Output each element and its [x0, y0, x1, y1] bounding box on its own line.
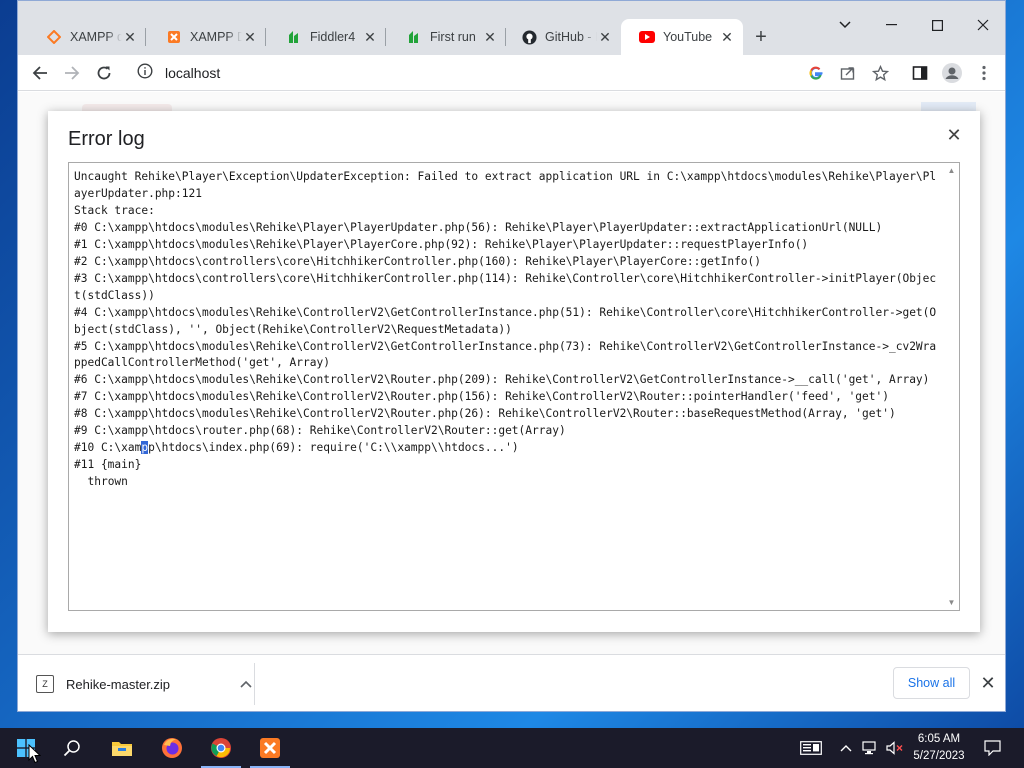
info-icon[interactable] — [137, 62, 153, 84]
menu-kebab-icon[interactable] — [970, 59, 998, 87]
tab-youtube[interactable]: YouTube ✕ — [621, 19, 743, 55]
profile-avatar-icon[interactable] — [938, 59, 966, 87]
log-line: Stack trace: — [74, 203, 155, 217]
xampp-icon — [46, 29, 62, 45]
tab-title: YouTube — [663, 30, 713, 44]
scroll-up-arrow-icon[interactable]: ▲ — [947, 166, 956, 175]
back-button[interactable] — [26, 59, 54, 87]
log-line: #8 C:\xampp\htdocs\modules\Rehike\Contro… — [74, 407, 896, 421]
download-bar: Z Rehike-master.zip Show all ✕ — [18, 654, 1005, 711]
log-line: #1 C:\xampp\htdocs\modules\Rehike\Player… — [74, 237, 809, 251]
xampp-icon[interactable] — [246, 728, 294, 768]
show-all-button[interactable]: Show all — [893, 667, 970, 699]
fiddler-icon — [286, 29, 302, 45]
error-log-dialog: Error log ✕ Uncaught Rehike\Player\Excep… — [48, 111, 980, 632]
tab-title: GitHub - Rehike — [545, 30, 597, 44]
google-icon[interactable] — [802, 59, 830, 87]
log-line: #3 C:\xampp\htdocs\controllers\core\Hitc… — [74, 271, 937, 302]
log-line: #7 C:\xampp\htdocs\modules\Rehike\Contro… — [74, 390, 889, 404]
close-download-bar-icon[interactable]: ✕ — [976, 671, 1000, 695]
log-line: #9 C:\xampp\htdocs\router.php(68): Rehik… — [74, 424, 566, 438]
tab-separator — [265, 28, 266, 46]
new-tab-button[interactable]: + — [749, 25, 773, 49]
close-window-button[interactable] — [960, 9, 1005, 41]
search-icon[interactable] — [48, 728, 96, 768]
windows-start-icon[interactable] — [2, 728, 50, 768]
log-line: #5 C:\xampp\htdocs\modules\Rehike\Contro… — [74, 339, 937, 370]
mouse-cursor-icon — [28, 744, 41, 764]
tab-title: XAMPP Dashboard — [190, 30, 242, 44]
tab-close-icon[interactable]: ✕ — [597, 29, 613, 45]
tab-search-chevron-icon[interactable] — [822, 9, 868, 41]
tab-xampp-dashboard-2[interactable]: XAMPP Dashboard ✕ — [148, 19, 266, 55]
tab-close-icon[interactable]: ✕ — [482, 29, 498, 45]
volume-muted-icon[interactable] — [884, 728, 906, 768]
browser-toolbar: localhost — [18, 55, 1005, 91]
log-line: #4 C:\xampp\htdocs\modules\Rehike\Contro… — [74, 305, 937, 336]
clock-time: 6:05 AM — [917, 733, 961, 745]
zip-file-icon: Z — [36, 675, 54, 693]
chevron-up-icon[interactable] — [838, 728, 854, 768]
tab-title: Fiddler4 — [310, 30, 356, 44]
log-line: #11 {main} — [74, 458, 142, 472]
log-line-10-end: p\htdocs\index.php(69): require('C:\\xam… — [148, 441, 519, 455]
tab-xampp-dashboard-1[interactable]: XAMPP dashboard ✕ — [28, 19, 146, 55]
download-file-name: Rehike-master.zip — [66, 676, 171, 692]
network-icon[interactable] — [860, 728, 882, 768]
clock-date: 5/27/2023 — [913, 750, 965, 762]
tab-title: XAMPP dashboard — [70, 30, 122, 44]
log-line-10-start: #10 C:\xam — [74, 441, 142, 455]
taskbar: 6:05 AM 5/27/2023 — [0, 728, 1024, 768]
maximize-button[interactable] — [914, 9, 960, 41]
log-line: Uncaught Rehike\Player\Exception\Updater… — [74, 170, 937, 200]
log-line: #6 C:\xampp\htdocs\modules\Rehike\Contro… — [74, 373, 930, 387]
forward-button[interactable] — [58, 59, 86, 87]
file-explorer-icon[interactable] — [98, 728, 146, 768]
xampp-icon — [166, 29, 182, 45]
minimize-button[interactable] — [868, 9, 914, 41]
dialog-title: Error log — [68, 128, 145, 150]
action-center-icon[interactable] — [980, 728, 1004, 768]
log-line: thrown — [74, 475, 128, 489]
scroll-down-arrow-icon[interactable]: ▼ — [947, 598, 956, 607]
log-line: #0 C:\xampp\htdocs\modules\Rehike\Player… — [74, 220, 883, 234]
log-line: #2 C:\xampp\htdocs\controllers\core\Hitc… — [74, 254, 762, 268]
address-bar[interactable]: localhost — [127, 58, 907, 88]
tab-close-icon[interactable]: ✕ — [122, 29, 138, 45]
tab-strip: XAMPP dashboard ✕ XAMPP Dashboard ✕ Fidd… — [18, 1, 1005, 55]
download-item[interactable]: Z Rehike-master.zip — [36, 667, 256, 701]
tab-first-run[interactable]: First run ✕ — [388, 19, 506, 55]
notification-panel-icon[interactable] — [796, 728, 826, 768]
textarea-scrollbar[interactable]: ▲ ▼ — [944, 163, 959, 610]
share-icon[interactable] — [834, 59, 862, 87]
side-panel-icon[interactable] — [906, 59, 934, 87]
tab-close-icon[interactable]: ✕ — [362, 29, 378, 45]
github-icon — [521, 29, 537, 45]
dialog-close-icon[interactable]: ✕ — [944, 125, 964, 145]
bookmark-star-icon[interactable] — [866, 59, 894, 87]
chrome-icon[interactable] — [197, 728, 245, 768]
tab-title: First run — [430, 30, 476, 44]
tab-close-icon[interactable]: ✕ — [719, 29, 735, 45]
firefox-icon[interactable] — [148, 728, 196, 768]
error-log-textarea[interactable]: Uncaught Rehike\Player\Exception\Updater… — [68, 162, 960, 611]
error-log-text: Uncaught Rehike\Player\Exception\Updater… — [74, 169, 940, 491]
download-separator — [254, 663, 255, 705]
chevron-up-icon[interactable] — [236, 680, 256, 688]
tab-fiddler4[interactable]: Fiddler4 ✕ — [268, 19, 386, 55]
tab-separator — [145, 28, 146, 46]
taskbar-clock[interactable]: 6:05 AM 5/27/2023 — [906, 731, 972, 765]
tab-github[interactable]: GitHub - Rehike ✕ — [503, 19, 621, 55]
tab-separator — [385, 28, 386, 46]
reload-button[interactable] — [90, 59, 118, 87]
address-text: localhost — [165, 65, 221, 81]
youtube-icon — [639, 29, 655, 45]
tab-close-icon[interactable]: ✕ — [242, 29, 258, 45]
fiddler-icon — [406, 29, 422, 45]
browser-window: XAMPP dashboard ✕ XAMPP Dashboard ✕ Fidd… — [17, 0, 1006, 712]
